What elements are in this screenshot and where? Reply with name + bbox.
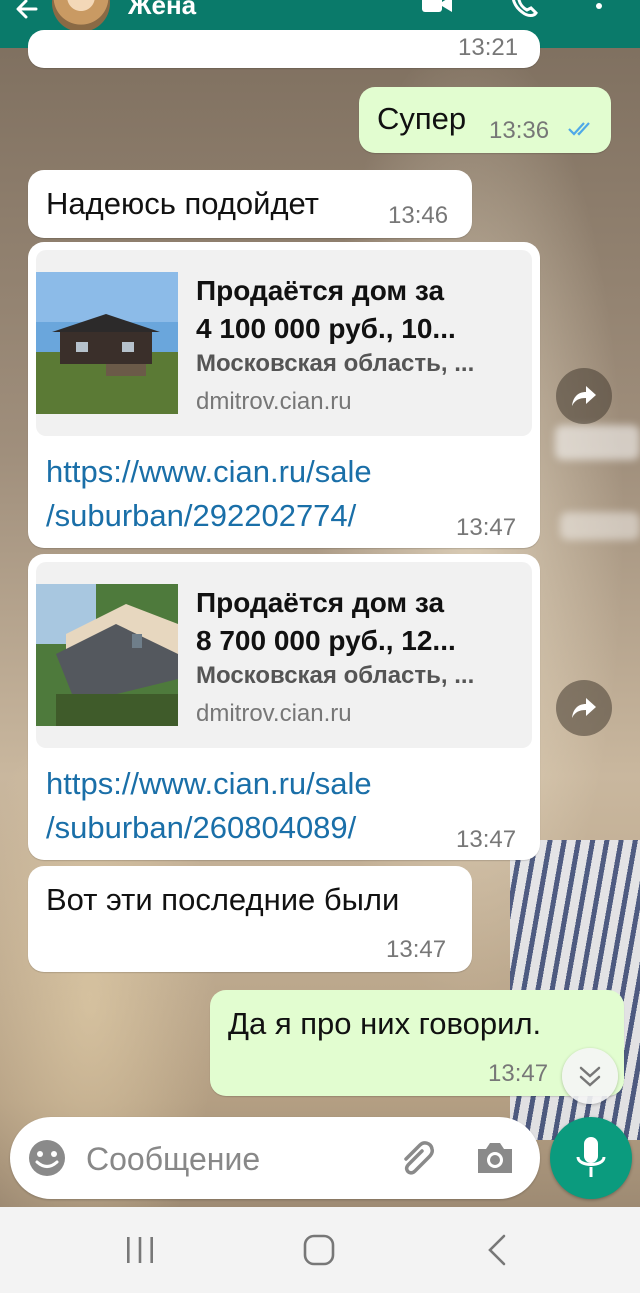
avatar[interactable] (52, 0, 110, 32)
message-time: 13:47 (456, 514, 517, 541)
message-time: 13:36 (489, 117, 550, 144)
message-text: Надеюсь подойдет (46, 186, 319, 221)
voice-call-icon[interactable] (508, 0, 542, 22)
forward-icon (572, 386, 596, 406)
message-time: 13:47 (456, 826, 517, 853)
mic-icon (576, 1137, 606, 1177)
forward-icon (572, 698, 596, 718)
message-text: Вот эти последние были (46, 882, 400, 917)
link-preview-title-line: 8 700 000 руб., 12... (196, 625, 456, 656)
house-photo-thumbnail (36, 584, 178, 726)
emoji-icon[interactable] (26, 1137, 68, 1179)
message-text: Да я про них говорил. (228, 1006, 542, 1041)
message-bubble-incoming[interactable]: 13:21 (28, 30, 540, 68)
link-preview-domain: dmitrov.cian.ru (196, 388, 352, 415)
voice-message-button[interactable] (550, 1117, 632, 1199)
message-link[interactable]: /suburban/292202774/ (46, 498, 356, 534)
link-preview-card[interactable]: Продаётся дом за 8 700 000 руб., 12... М… (36, 562, 532, 748)
attach-icon[interactable] (396, 1137, 440, 1181)
message-time: 13:47 (386, 936, 447, 963)
message-text: Супер (377, 101, 467, 136)
back-arrow-icon[interactable] (12, 0, 42, 24)
link-preview-description: Московская область, ... (196, 350, 475, 377)
link-preview-description: Московская область, ... (196, 662, 475, 689)
home-icon[interactable] (302, 1233, 336, 1267)
double-chevron-down-icon (579, 1066, 601, 1087)
recent-apps-icon[interactable] (123, 1235, 157, 1265)
read-receipt-icon (568, 122, 590, 136)
message-time: 13:21 (458, 34, 519, 61)
forward-button[interactable] (556, 680, 612, 736)
link-message-bubble[interactable]: Продаётся дом за 8 700 000 руб., 12... М… (28, 554, 540, 860)
link-preview-title-line: Продаётся дом за (196, 275, 445, 306)
message-bubble-outgoing[interactable]: Супер 13:36 (359, 87, 611, 153)
message-link[interactable]: https://www.cian.ru/sale (46, 766, 372, 802)
message-time: 13:47 (488, 1060, 549, 1087)
message-bubble-incoming[interactable]: Надеюсь подойдет 13:46 (28, 170, 472, 238)
message-time: 13:46 (388, 202, 449, 229)
contact-name[interactable]: Жена (128, 0, 196, 21)
system-navigation-bar (0, 1207, 640, 1293)
message-bubble-incoming[interactable]: Вот эти последние были 13:47 (28, 866, 472, 972)
wallpaper-detail (555, 425, 640, 460)
camera-icon[interactable] (474, 1139, 516, 1177)
message-link[interactable]: /suburban/260804089/ (46, 810, 356, 846)
wallpaper-detail (560, 512, 640, 540)
message-link[interactable]: https://www.cian.ru/sale (46, 454, 372, 490)
forward-button[interactable] (556, 368, 612, 424)
scroll-to-bottom-button[interactable] (562, 1048, 618, 1104)
link-preview-title: Продаётся дом за 4 100 000 руб., 10... (196, 272, 516, 348)
link-preview-title-line: 4 100 000 руб., 10... (196, 313, 456, 344)
more-options-icon[interactable] (584, 0, 614, 22)
house-photo-thumbnail (36, 272, 178, 414)
video-call-icon[interactable] (420, 0, 454, 22)
message-input[interactable] (84, 1133, 368, 1185)
link-preview-title-line: Продаётся дом за (196, 587, 445, 618)
system-back-icon[interactable] (484, 1233, 510, 1267)
link-preview-title: Продаётся дом за 8 700 000 руб., 12... (196, 584, 516, 660)
link-message-bubble[interactable]: Продаётся дом за 4 100 000 руб., 10... М… (28, 242, 540, 548)
message-composer (10, 1117, 540, 1199)
link-preview-domain: dmitrov.cian.ru (196, 700, 352, 727)
link-preview-card[interactable]: Продаётся дом за 4 100 000 руб., 10... М… (36, 250, 532, 436)
